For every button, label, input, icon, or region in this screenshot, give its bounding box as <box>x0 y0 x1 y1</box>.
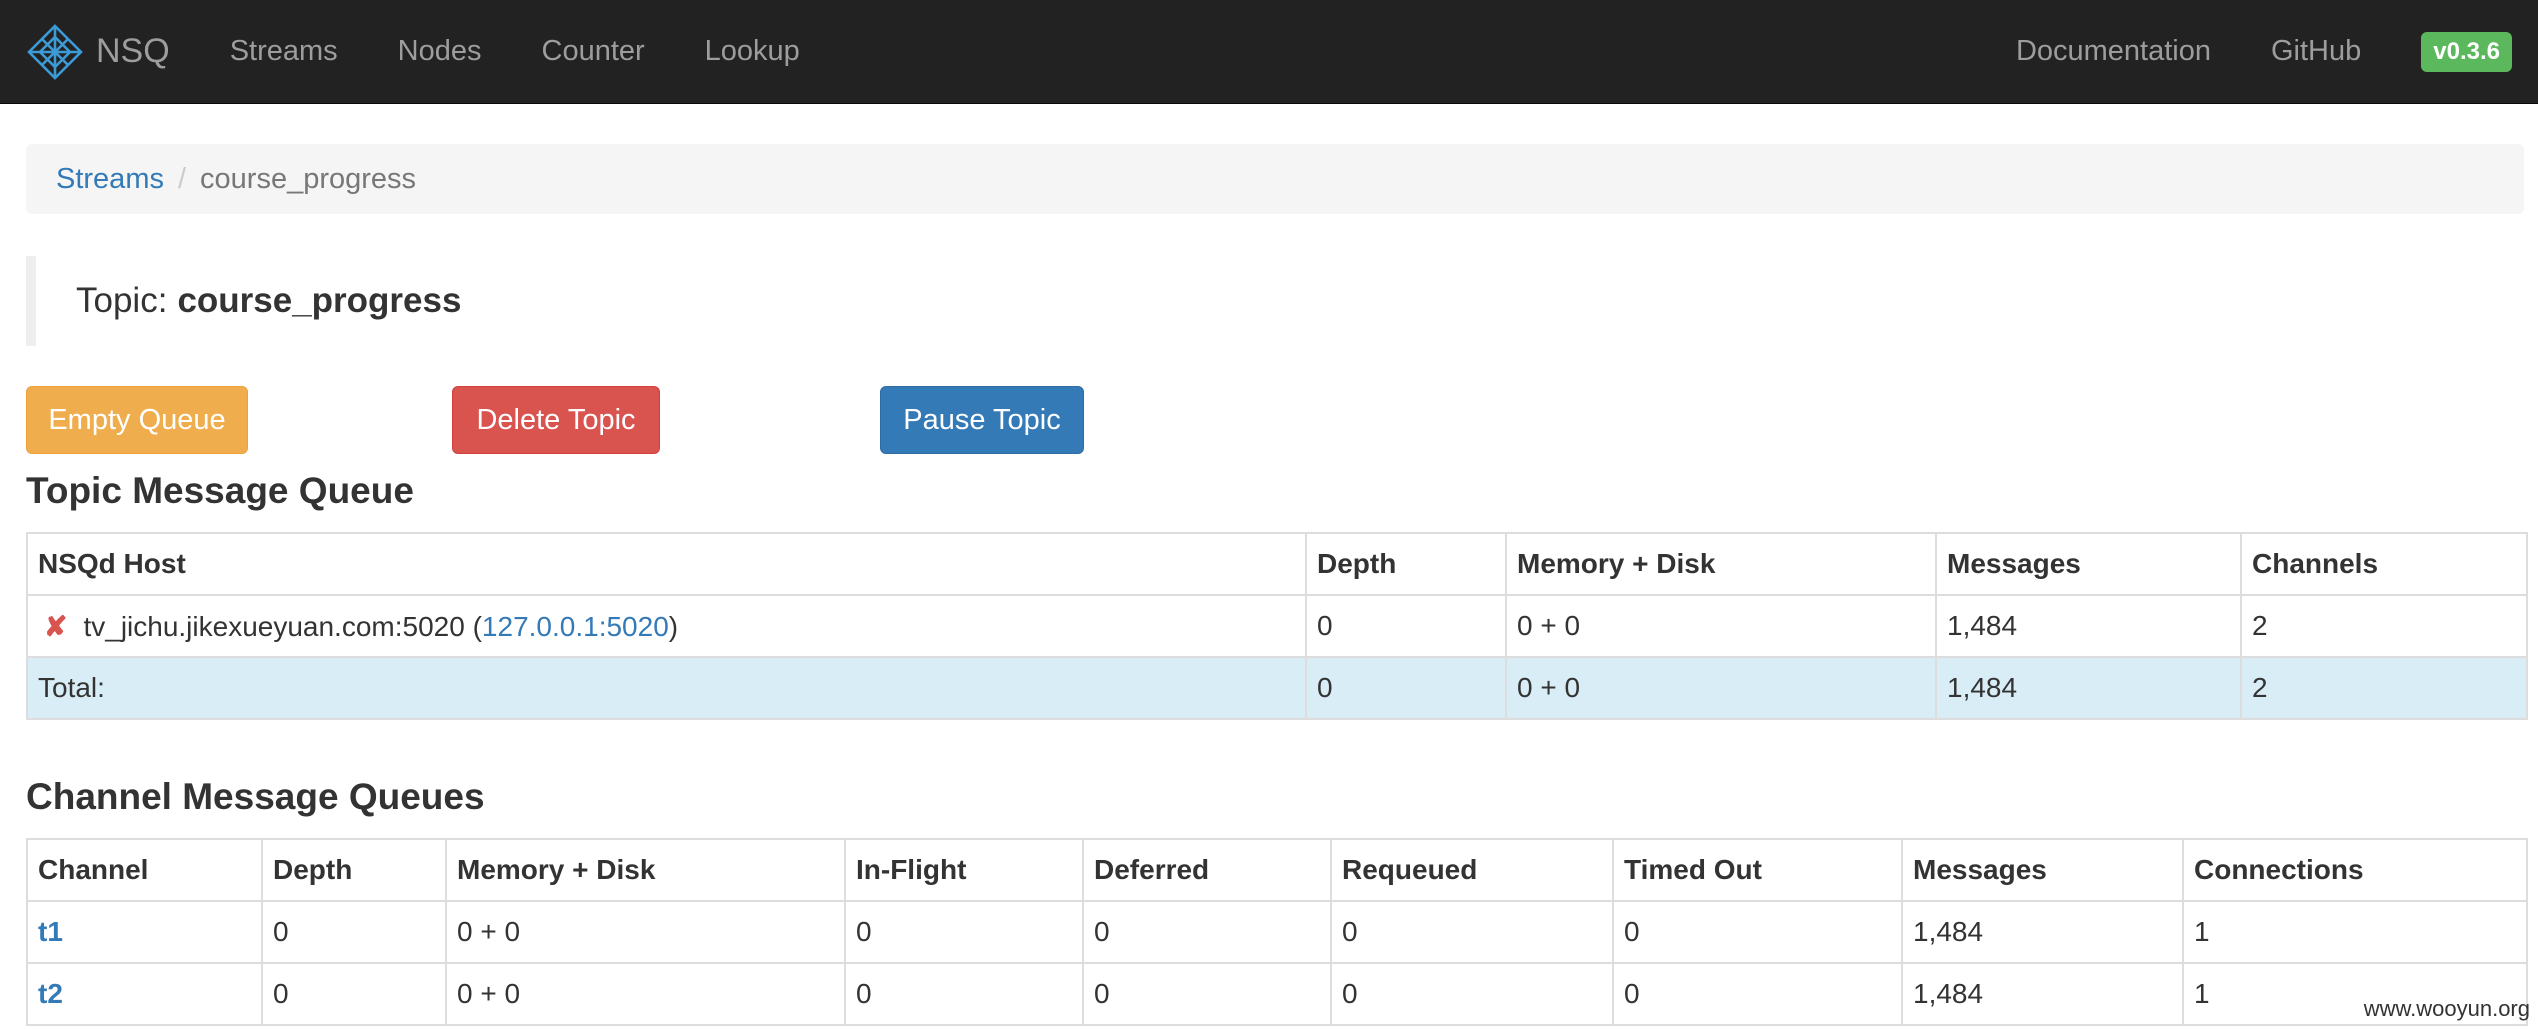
nav-github[interactable]: GitHub <box>2271 35 2361 68</box>
breadcrumb-separator: / <box>177 162 187 195</box>
nav-counter[interactable]: Counter <box>542 35 645 68</box>
total-depth: 0 <box>1305 656 1507 720</box>
main-nav: Streams Nodes Counter Lookup <box>230 35 860 68</box>
secondary-nav: Documentation GitHub v0.3.6 <box>2016 31 2512 72</box>
column-header: Channels <box>2240 532 2528 596</box>
column-header: NSQd Host <box>26 532 1307 596</box>
column-header: Connections <box>2182 838 2528 902</box>
table-header-row: NSQd Host Depth Memory + Disk Messages C… <box>26 532 2528 596</box>
channel-queues-title: Channel Message Queues <box>26 776 485 817</box>
version-badge: v0.3.6 <box>2421 31 2512 72</box>
pause-topic-button[interactable]: Pause Topic <box>880 386 1084 454</box>
depth-cell: 0 <box>261 900 447 964</box>
table-row: t1 0 0 + 0 0 0 0 0 1,484 1 <box>26 900 2528 964</box>
depth-cell: 0 <box>1305 594 1507 658</box>
delete-topic-button[interactable]: Delete Topic <box>452 386 660 454</box>
column-header: In-Flight <box>844 838 1084 902</box>
nav-lookup[interactable]: Lookup <box>705 35 800 68</box>
topic-header: Topic: course_progress <box>26 256 2524 346</box>
table-row: t2 0 0 + 0 0 0 0 0 1,484 1 <box>26 962 2528 1026</box>
channel-queues-table: Channel Depth Memory + Disk In-Flight De… <box>26 838 2528 1026</box>
requeued-cell: 0 <box>1330 962 1614 1026</box>
channel-link-t2[interactable]: t2 <box>38 978 63 1009</box>
host-address-link[interactable]: 127.0.0.1:5020 <box>482 611 669 642</box>
topic-label: Topic: <box>76 281 168 320</box>
channels-cell: 2 <box>2240 594 2528 658</box>
breadcrumb: Streams / course_progress <box>26 144 2524 214</box>
timed-out-cell: 0 <box>1612 962 1903 1026</box>
column-header: Timed Out <box>1612 838 1903 902</box>
requeued-cell: 0 <box>1330 900 1614 964</box>
watermark: www.wooyun.org <box>2363 996 2530 1021</box>
table-header-row: Channel Depth Memory + Disk In-Flight De… <box>26 838 2528 902</box>
total-label: Total: <box>26 656 1307 720</box>
nav-documentation[interactable]: Documentation <box>2016 35 2211 68</box>
memory-disk-cell: 0 + 0 <box>445 962 846 1026</box>
total-row: Total: 0 0 + 0 1,484 2 <box>26 656 2528 720</box>
depth-cell: 0 <box>261 962 447 1026</box>
column-header: Messages <box>1901 838 2184 902</box>
total-channels: 2 <box>2240 656 2528 720</box>
messages-cell: 1,484 <box>1901 962 2184 1026</box>
brand-name: NSQ <box>96 32 170 70</box>
table-row: ✘ tv_jichu.jikexueyuan.com:5020 (127.0.0.… <box>26 594 2528 658</box>
column-header: Memory + Disk <box>445 838 846 902</box>
messages-cell: 1,484 <box>1935 594 2242 658</box>
in-flight-cell: 0 <box>844 962 1084 1026</box>
in-flight-cell: 0 <box>844 900 1084 964</box>
channel-link-t1[interactable]: t1 <box>38 916 63 947</box>
paren-close: ) <box>668 610 679 642</box>
channel-cell: t1 <box>26 900 263 964</box>
nav-streams[interactable]: Streams <box>230 35 338 68</box>
column-header: Messages <box>1935 532 2242 596</box>
column-header: Depth <box>261 838 447 902</box>
deferred-cell: 0 <box>1082 900 1332 964</box>
messages-cell: 1,484 <box>1901 900 2184 964</box>
connections-cell: 1 <box>2182 900 2528 964</box>
empty-queue-button[interactable]: Empty Queue <box>26 386 248 454</box>
total-memory-disk: 0 + 0 <box>1505 656 1937 720</box>
nsq-logo-icon <box>27 23 83 80</box>
error-cross-icon: ✘ <box>44 610 68 642</box>
column-header: Deferred <box>1082 838 1332 902</box>
memory-disk-cell: 0 + 0 <box>1505 594 1937 658</box>
column-header: Depth <box>1305 532 1507 596</box>
timed-out-cell: 0 <box>1612 900 1903 964</box>
host-name: tv_jichu.jikexueyuan.com:5020 <box>83 610 465 642</box>
topic-queue-title: Topic Message Queue <box>26 470 414 511</box>
breadcrumb-current: course_progress <box>200 162 417 195</box>
brand[interactable]: NSQ <box>26 23 170 81</box>
deferred-cell: 0 <box>1082 962 1332 1026</box>
memory-disk-cell: 0 + 0 <box>445 900 846 964</box>
breadcrumb-streams-link[interactable]: Streams <box>56 163 164 196</box>
column-header: Channel <box>26 838 263 902</box>
paren-open: ( <box>472 610 482 642</box>
total-messages: 1,484 <box>1935 656 2242 720</box>
top-navbar: NSQ Streams Nodes Counter Lookup Documen… <box>0 0 2538 104</box>
column-header: Memory + Disk <box>1505 532 1937 596</box>
channel-cell: t2 <box>26 962 263 1026</box>
topic-queue-table: NSQd Host Depth Memory + Disk Messages C… <box>26 532 2528 720</box>
topic-name: course_progress <box>177 281 462 320</box>
host-cell: ✘ tv_jichu.jikexueyuan.com:5020 (127.0.0.… <box>26 594 1307 658</box>
column-header: Requeued <box>1330 838 1614 902</box>
nav-nodes[interactable]: Nodes <box>398 35 482 68</box>
